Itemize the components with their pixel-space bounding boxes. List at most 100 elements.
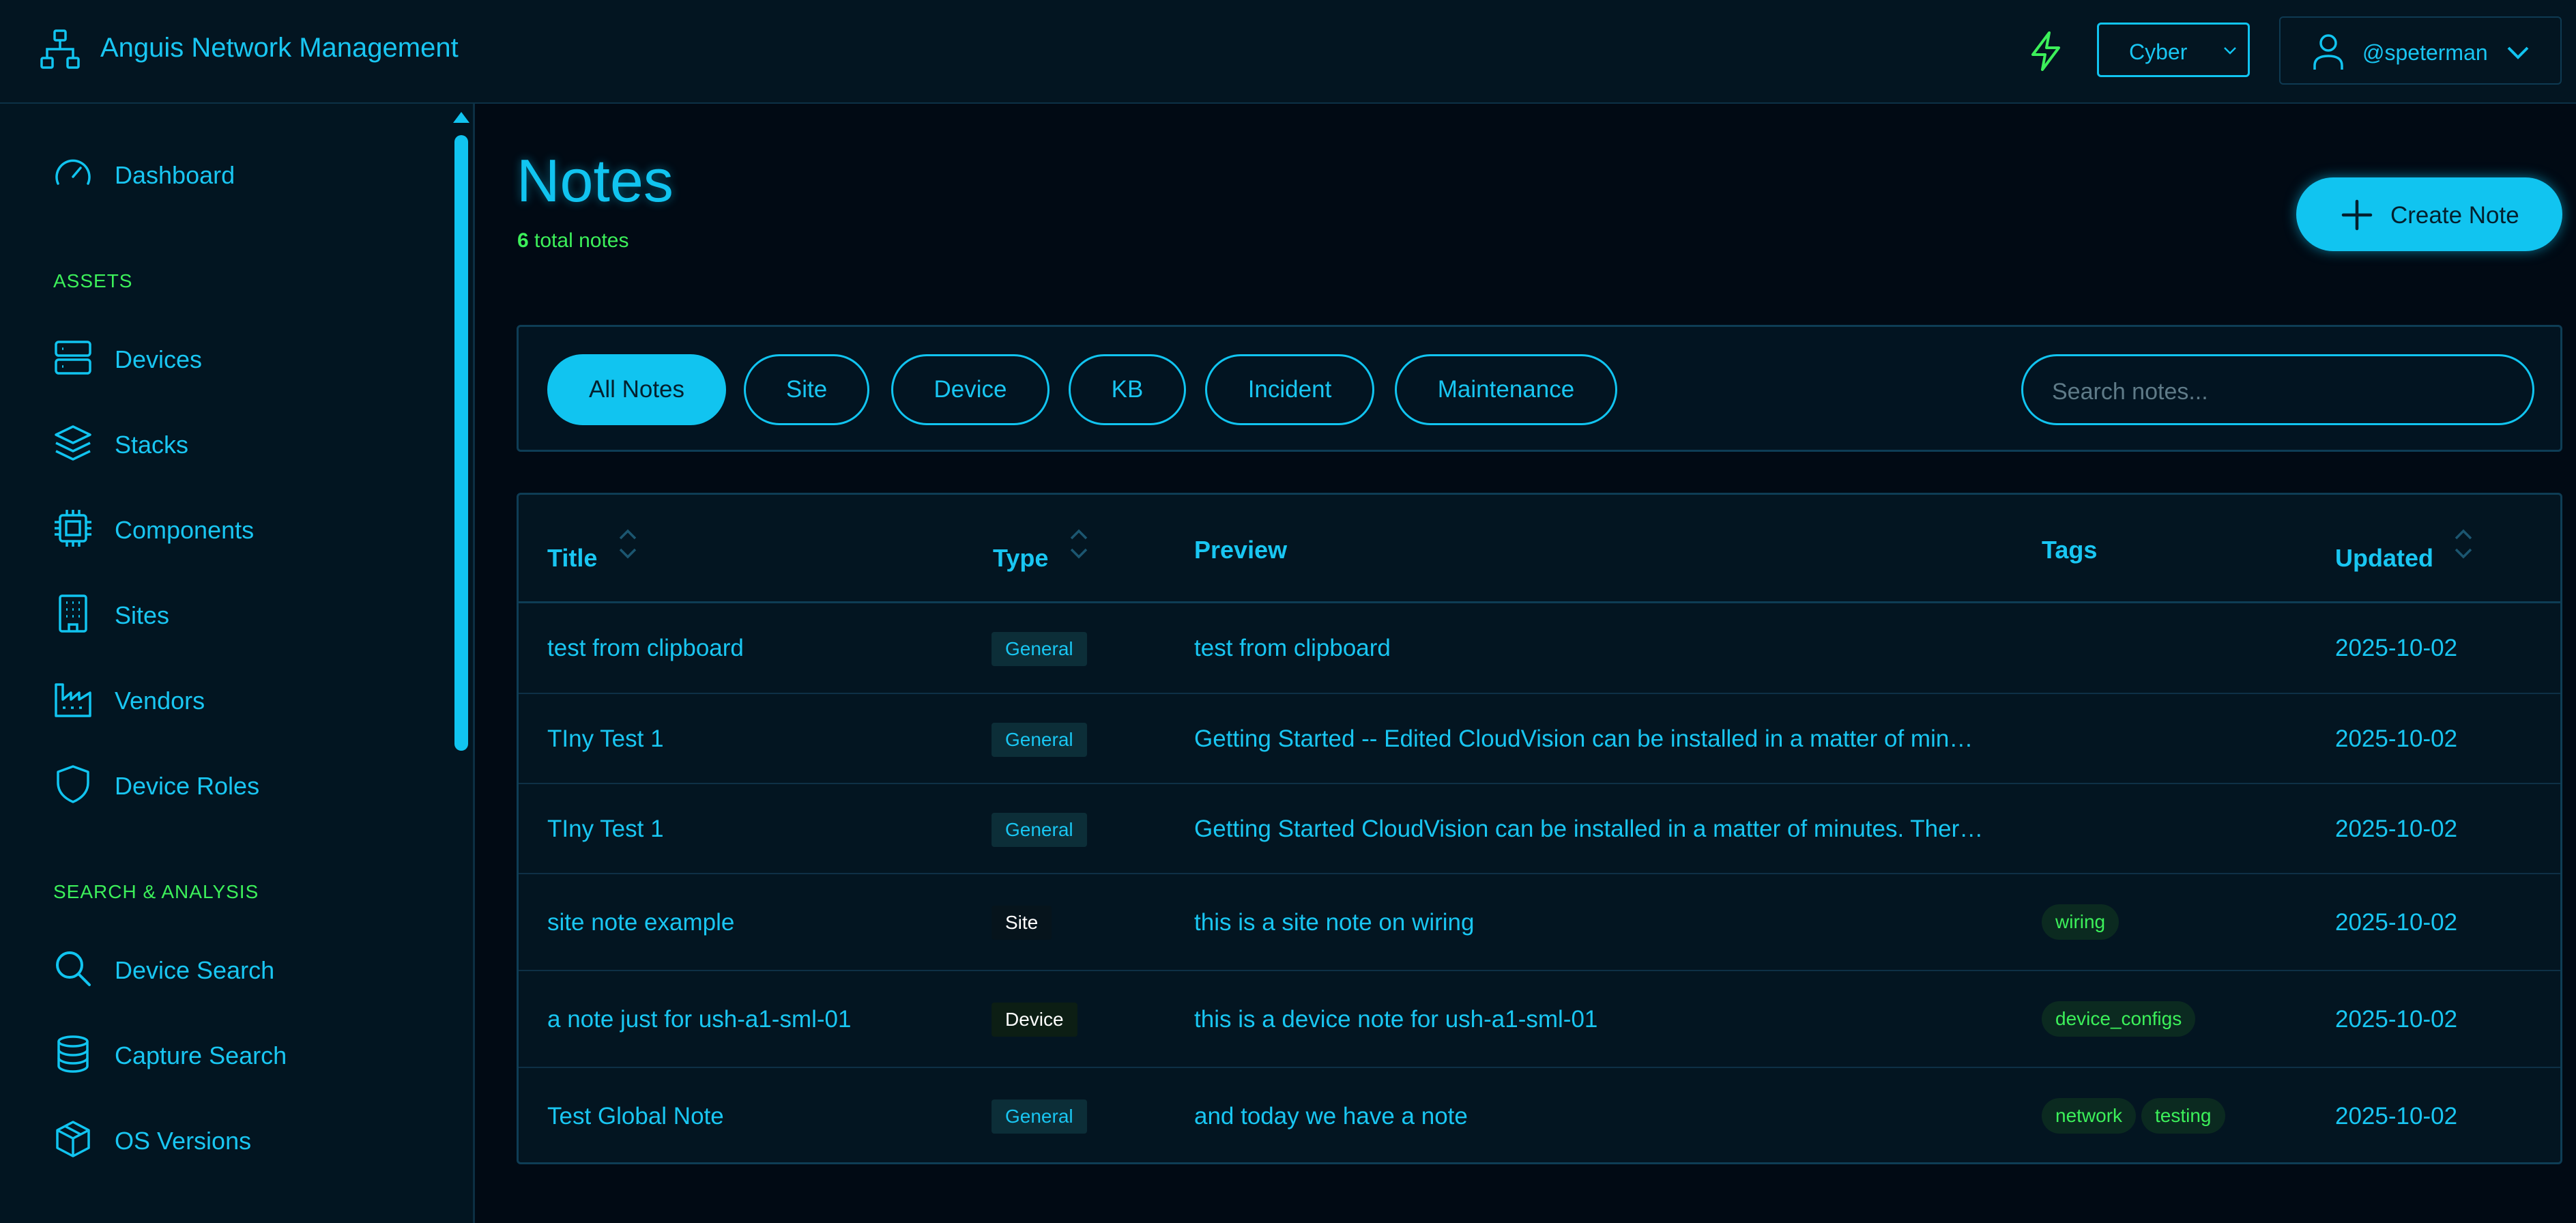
user-icon bbox=[2313, 34, 2343, 70]
server-icon bbox=[55, 341, 91, 375]
sidebar-item-label: Stacks bbox=[115, 431, 189, 459]
column-header-tags: Tags bbox=[2042, 536, 2098, 564]
filter-all-notes[interactable]: All Notes bbox=[547, 354, 726, 425]
chevron-down-icon bbox=[2507, 46, 2529, 59]
note-preview: test from clipboard bbox=[1194, 635, 1391, 661]
chip-icon bbox=[55, 510, 91, 547]
plus-icon bbox=[2341, 199, 2373, 231]
note-preview: this is a site note on wiring bbox=[1194, 909, 1475, 936]
sort-icon[interactable] bbox=[1067, 526, 1090, 562]
filter-device[interactable]: Device bbox=[891, 354, 1050, 425]
sidebar-item-label: Capture Search bbox=[115, 1041, 287, 1069]
sidebar-item-label: Device Roles bbox=[115, 772, 260, 800]
box-icon bbox=[56, 1121, 90, 1157]
updated-date: 2025-10-02 bbox=[2335, 1006, 2458, 1033]
app-title[interactable]: Anguis Network Management bbox=[100, 33, 459, 63]
column-header-title[interactable]: Title bbox=[547, 544, 597, 573]
note-title[interactable]: Test Global Note bbox=[547, 1103, 724, 1130]
building-icon bbox=[59, 594, 87, 633]
column-header-updated[interactable]: Updated bbox=[2335, 544, 2433, 573]
type-badge: Device bbox=[992, 1003, 1077, 1037]
user-menu-button[interactable]: @speterman bbox=[2279, 16, 2562, 85]
type-badge: General bbox=[992, 723, 1087, 757]
scroll-up-arrow[interactable] bbox=[453, 112, 469, 123]
table-row[interactable]: TIny Test 1 General Getting Started -- E… bbox=[519, 694, 2560, 784]
sidebar-item-sites[interactable]: Sites bbox=[53, 590, 435, 638]
notes-count-number: 6 bbox=[517, 229, 529, 252]
sidebar: Dashboard ASSETS Devices Stacks Componen… bbox=[0, 104, 475, 1223]
table-row[interactable]: test from clipboard General test from cl… bbox=[519, 603, 2560, 694]
updated-date: 2025-10-02 bbox=[2335, 909, 2458, 936]
create-note-button[interactable]: Create Note bbox=[2296, 177, 2562, 251]
lightning-icon[interactable] bbox=[2023, 29, 2068, 74]
search-notes-input[interactable] bbox=[2051, 374, 2504, 409]
note-title[interactable]: TIny Test 1 bbox=[547, 725, 664, 753]
sidebar-item-label: Devices bbox=[115, 345, 203, 373]
sidebar-item-device-search[interactable]: Device Search bbox=[53, 945, 435, 993]
sidebar-item-os-versions[interactable]: OS Versions bbox=[53, 1116, 435, 1164]
sidebar-item-label: Components bbox=[115, 516, 255, 544]
filter-incident[interactable]: Incident bbox=[1205, 354, 1374, 425]
sort-icon[interactable] bbox=[616, 526, 639, 562]
updated-date: 2025-10-02 bbox=[2335, 725, 2458, 752]
sidebar-item-device-roles[interactable]: Device Roles bbox=[53, 761, 435, 809]
sidebar-item-label: OS Versions bbox=[115, 1127, 252, 1155]
sidebar-item-dashboard[interactable]: Dashboard bbox=[53, 150, 435, 198]
search-notes-box[interactable] bbox=[2021, 354, 2534, 425]
updated-date: 2025-10-02 bbox=[2335, 635, 2458, 661]
sidebar-item-devices[interactable]: Devices bbox=[53, 334, 435, 382]
note-title[interactable]: site note example bbox=[547, 909, 734, 936]
page-title: Notes bbox=[517, 147, 674, 214]
type-badge: General bbox=[992, 813, 1087, 847]
tag-chip[interactable]: network bbox=[2042, 1098, 2137, 1134]
table-row[interactable]: a note just for ush-a1-sml-01 Device thi… bbox=[519, 971, 2560, 1068]
filter-kb[interactable]: KB bbox=[1069, 354, 1186, 425]
tag-chip[interactable]: testing bbox=[2141, 1098, 2225, 1134]
top-bar: Anguis Network Management Cyber @speterm… bbox=[0, 0, 2576, 104]
sidebar-item-capture-search[interactable]: Capture Search bbox=[53, 1031, 435, 1078]
sidebar-item-vendors[interactable]: Vendors bbox=[53, 676, 435, 723]
username: @speterman bbox=[2362, 40, 2488, 65]
create-note-label: Create Note bbox=[2390, 202, 2519, 229]
sort-icon[interactable] bbox=[2452, 526, 2475, 562]
type-badge: Site bbox=[992, 906, 1052, 940]
factory-icon bbox=[55, 683, 91, 717]
note-preview: and today we have a note bbox=[1194, 1103, 1468, 1130]
note-title[interactable]: a note just for ush-a1-sml-01 bbox=[547, 1006, 851, 1033]
note-preview: Getting Started -- Edited CloudVision ca… bbox=[1194, 725, 1973, 752]
network-icon bbox=[40, 29, 80, 69]
tag-chip[interactable]: device_configs bbox=[2042, 1001, 2196, 1037]
filter-bar: All Notes Site Device KB Incident Mainte… bbox=[517, 325, 2562, 452]
notes-table: Title Type Preview Tags Updated test fro… bbox=[517, 493, 2562, 1164]
type-badge: General bbox=[992, 632, 1087, 666]
theme-select-value: Cyber bbox=[2129, 40, 2188, 64]
gauge-icon bbox=[55, 159, 91, 185]
updated-date: 2025-10-02 bbox=[2335, 1103, 2458, 1130]
sidebar-item-label: Vendors bbox=[115, 687, 205, 715]
table-row[interactable]: TIny Test 1 General Getting Started Clou… bbox=[519, 784, 2560, 874]
shield-icon bbox=[57, 765, 89, 803]
database-icon bbox=[57, 1035, 89, 1073]
filter-maintenance[interactable]: Maintenance bbox=[1395, 354, 1617, 425]
chevron-down-icon bbox=[2224, 47, 2236, 55]
note-title[interactable]: test from clipboard bbox=[547, 635, 744, 662]
layers-icon bbox=[55, 425, 91, 461]
table-row[interactable]: Test Global Note General and today we ha… bbox=[519, 1068, 2560, 1162]
note-title[interactable]: TIny Test 1 bbox=[547, 816, 664, 843]
note-preview: Getting Started CloudVision can be insta… bbox=[1194, 816, 1984, 842]
sidebar-item-components[interactable]: Components bbox=[53, 505, 435, 553]
column-header-type[interactable]: Type bbox=[993, 544, 1048, 573]
notes-count: 6 total notes bbox=[517, 229, 628, 253]
sidebar-scrollbar[interactable] bbox=[454, 135, 468, 751]
note-preview: this is a device note for ush-a1-sml-01 bbox=[1194, 1006, 1598, 1033]
theme-select[interactable]: Cyber bbox=[2097, 23, 2250, 77]
column-header-preview: Preview bbox=[1194, 536, 1288, 564]
table-row[interactable]: site note example Site this is a site no… bbox=[519, 874, 2560, 971]
sidebar-item-stacks[interactable]: Stacks bbox=[53, 420, 435, 467]
tag-chip[interactable]: wiring bbox=[2042, 904, 2119, 940]
section-title-search-analysis: SEARCH & ANALYSIS bbox=[53, 881, 259, 902]
filter-site[interactable]: Site bbox=[744, 354, 869, 425]
sidebar-item-label: Sites bbox=[115, 601, 170, 629]
notes-count-suffix: total notes bbox=[534, 229, 629, 252]
sidebar-item-label: Device Search bbox=[115, 956, 275, 984]
